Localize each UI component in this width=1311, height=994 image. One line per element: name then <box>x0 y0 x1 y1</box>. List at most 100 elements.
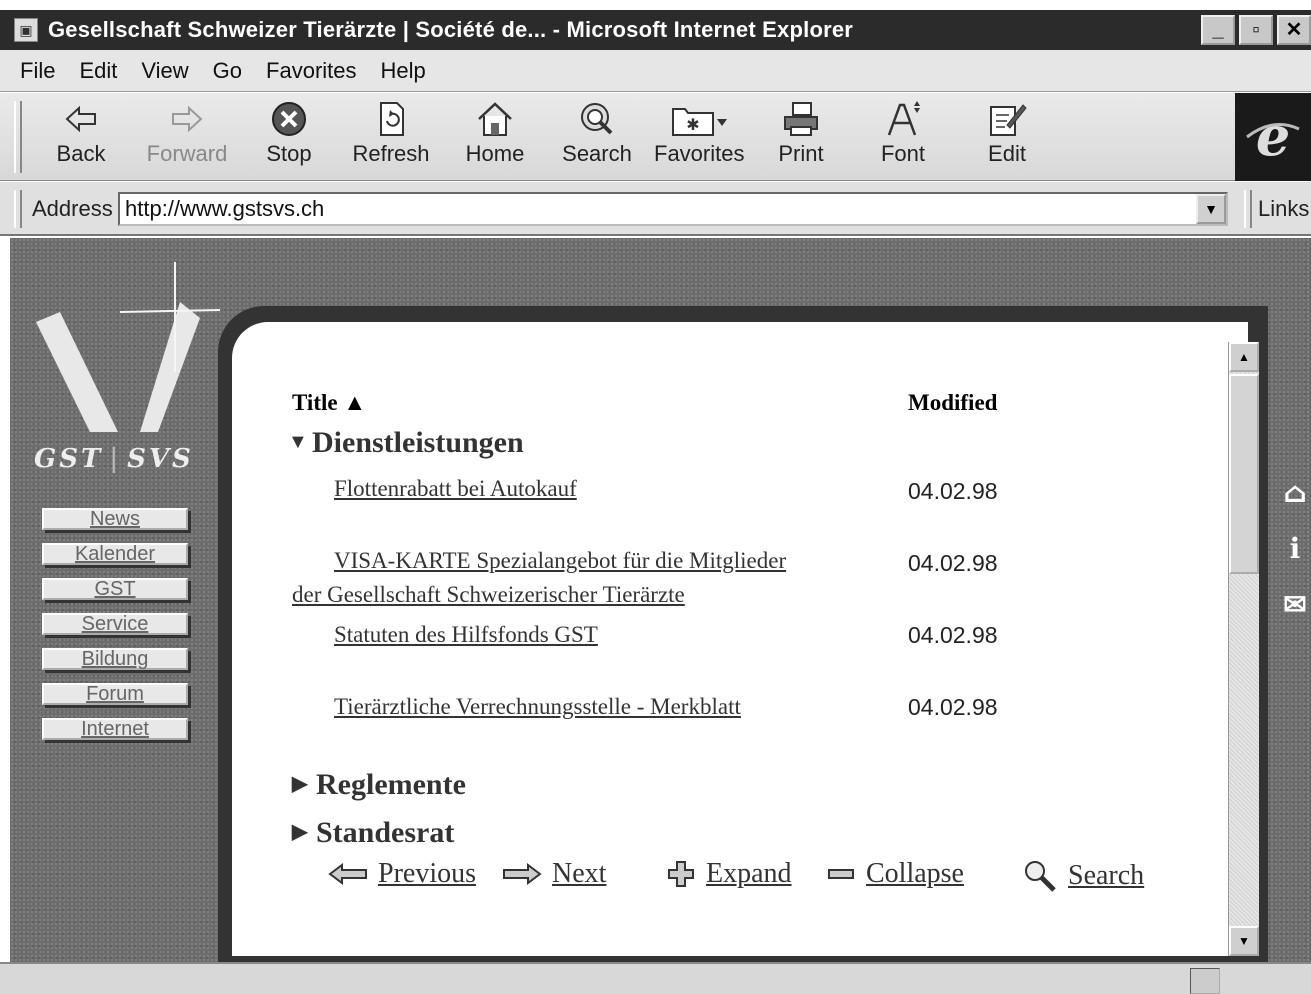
collapse-button[interactable]: Collapse <box>826 858 964 890</box>
nav-kalender[interactable]: Kalender <box>42 543 188 565</box>
document-modified-date: 04.02.98 <box>908 478 998 504</box>
logo-text-gst: GST <box>34 444 104 474</box>
menu-file[interactable]: File <box>20 58 55 84</box>
document-link[interactable]: Tierärztliche Verrechnungsstelle - Merkb… <box>334 690 741 724</box>
gst-svs-logo <box>36 262 220 432</box>
previous-button[interactable]: Previous <box>328 858 476 890</box>
expand-link[interactable]: Expand <box>706 858 792 890</box>
category-dienstleistungen[interactable]: ▼ Dienstleistungen <box>288 426 524 460</box>
maximize-button[interactable]: ▫ <box>1239 15 1273 45</box>
previous-link[interactable]: Previous <box>378 858 476 890</box>
favorites-label: Favorites <box>654 141 745 166</box>
web-page-viewport: GST | SVS News Kalender GST Service Bildun… <box>10 238 1311 962</box>
favorites-folder-icon: ✱ <box>672 108 727 136</box>
document-link[interactable]: VISA-KARTE Spezialangebot für die Mitgli… <box>334 544 786 578</box>
edit-button[interactable]: Edit <box>962 99 1052 175</box>
security-zone-icon <box>1190 968 1220 994</box>
home-label: Home <box>465 141 525 166</box>
forward-arrow-icon <box>172 105 203 133</box>
search-link[interactable]: Search <box>1068 860 1144 892</box>
scroll-up-button[interactable]: ▲ <box>1229 342 1259 372</box>
category-label: Dienstleistungen <box>312 426 524 459</box>
site-navigation: News Kalender GST Service Bildung Forum … <box>42 508 188 753</box>
toolbar-grip[interactable] <box>14 101 22 173</box>
font-label: Font <box>880 141 926 166</box>
print-label: Print <box>778 141 824 166</box>
print-button[interactable]: Print <box>756 99 846 175</box>
column-header-modified[interactable]: Modified <box>908 390 997 416</box>
printer-icon <box>784 102 818 136</box>
vertical-scrollbar[interactable]: ▲ ▼ <box>1228 342 1259 956</box>
menu-favorites[interactable]: Favorites <box>266 58 356 84</box>
document-link[interactable]: Flottenrabatt bei Autokauf <box>334 472 577 506</box>
nav-bildung[interactable]: Bildung <box>42 648 188 670</box>
arrow-right-icon <box>502 863 542 885</box>
menu-go[interactable]: Go <box>213 58 242 84</box>
address-dropdown-button[interactable]: ▼ <box>1196 194 1226 224</box>
window-app-icon[interactable]: ▣ <box>14 18 38 42</box>
triangle-right-icon: ▶ <box>292 821 308 843</box>
category-label: Standesrat <box>316 816 455 849</box>
refresh-label: Refresh <box>352 141 430 166</box>
category-standesrat[interactable]: ▶ Standesrat <box>292 816 454 850</box>
nav-forum[interactable]: Forum <box>42 683 188 705</box>
next-button[interactable]: Next <box>502 858 606 890</box>
minus-icon <box>826 859 856 889</box>
collapse-link[interactable]: Collapse <box>866 858 964 890</box>
scrollbar-thumb[interactable] <box>1229 374 1259 574</box>
document-link-continuation[interactable]: der Gesellschaft Schweizerischer Tierärz… <box>292 578 685 612</box>
next-link[interactable]: Next <box>552 858 606 890</box>
address-input[interactable]: http://www.gstsvs.ch <box>118 192 1228 226</box>
category-label: Reglemente <box>316 768 466 801</box>
category-reglemente[interactable]: ▶ Reglemente <box>292 768 466 802</box>
nav-service[interactable]: Service <box>42 613 188 635</box>
info-icon[interactable]: i <box>1280 520 1310 576</box>
links-grip[interactable] <box>1244 190 1252 228</box>
search-view-button[interactable]: Search <box>1022 858 1144 894</box>
scroll-down-button[interactable]: ▼ <box>1229 926 1259 956</box>
document-modified-date: 04.02.98 <box>908 694 998 720</box>
back-button[interactable]: Back <box>36 99 126 175</box>
menu-help[interactable]: Help <box>381 58 426 84</box>
side-icon-bar: ⌂ i ✉ <box>1280 464 1310 632</box>
font-button[interactable]: Font <box>858 99 948 175</box>
stop-label: Stop <box>266 141 312 166</box>
triangle-right-icon: ▶ <box>292 773 308 795</box>
column-header-title[interactable]: Title ▲ <box>292 390 366 416</box>
forward-button[interactable]: Forward <box>142 99 232 175</box>
close-button[interactable]: ✕ <box>1277 15 1311 45</box>
home-button[interactable]: Home <box>450 99 540 175</box>
nav-gst[interactable]: GST <box>42 578 188 600</box>
window-title: Gesellschaft Schweizer Tierärzte | Socié… <box>48 17 854 42</box>
nav-internet[interactable]: Internet <box>42 718 188 740</box>
standard-toolbar: Back Forward Stop Refresh Home Search ✱ … <box>0 93 1311 181</box>
ie-logo-icon: e <box>1246 107 1300 167</box>
menu-bar: File Edit View Go Favorites Help <box>0 50 1311 92</box>
status-bar <box>0 962 1311 994</box>
triangle-down-icon: ▼ <box>288 431 308 453</box>
magnifier-icon <box>1022 858 1058 894</box>
title-bar: ▣ Gesellschaft Schweizer Tierärzte | Soc… <box>0 10 1311 50</box>
chevron-down-icon: ▼ <box>1238 934 1250 948</box>
document-modified-date: 04.02.98 <box>908 550 998 576</box>
svg-text:e: e <box>1256 107 1290 167</box>
house-icon[interactable]: ⌂ <box>1280 464 1310 520</box>
address-bar: Address http://www.gstsvs.ch ▼ Links <box>0 182 1311 236</box>
minimize-button[interactable]: _ <box>1201 15 1235 45</box>
expand-button[interactable]: Expand <box>666 858 792 890</box>
menu-edit[interactable]: Edit <box>79 58 117 84</box>
search-button[interactable]: Search <box>552 99 642 175</box>
back-label: Back <box>56 141 106 166</box>
refresh-button[interactable]: Refresh <box>346 99 436 175</box>
mail-icon[interactable]: ✉ <box>1280 576 1310 632</box>
nav-news[interactable]: News <box>42 508 188 530</box>
menu-view[interactable]: View <box>141 58 188 84</box>
document-link[interactable]: Statuten des Hilfsfonds GST <box>334 618 598 652</box>
logo-wordmark: GST | SVS <box>34 444 194 474</box>
links-button[interactable]: Links <box>1258 196 1309 222</box>
address-bar-grip[interactable] <box>14 190 22 228</box>
stop-button[interactable]: Stop <box>244 99 334 175</box>
favorites-button[interactable]: ✱ Favorites <box>654 99 744 175</box>
chevron-down-icon: ▼ <box>1204 201 1218 217</box>
arrow-left-icon <box>328 863 368 885</box>
